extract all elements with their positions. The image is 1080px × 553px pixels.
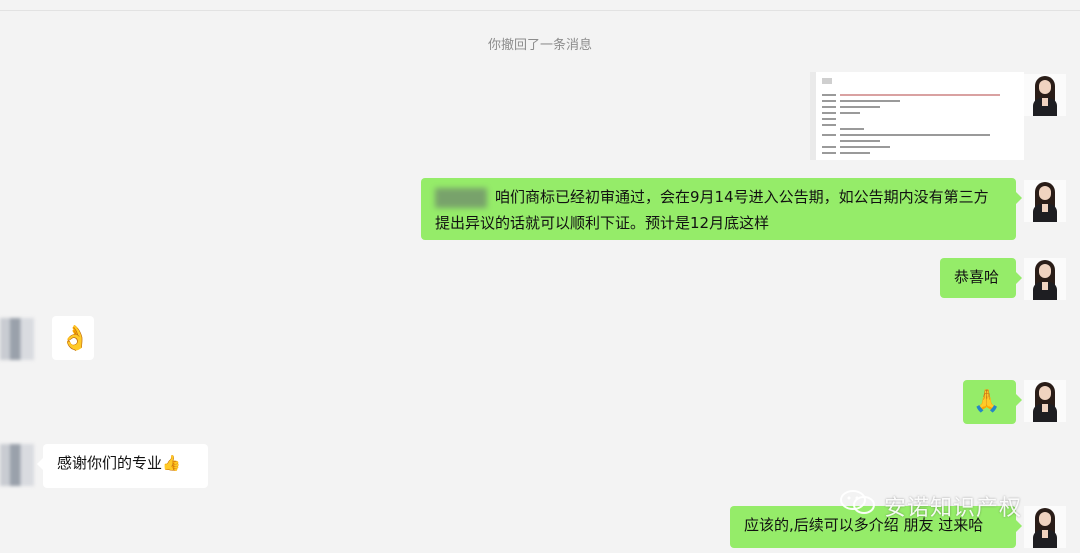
document-image-message[interactable] xyxy=(810,72,1024,160)
redacted-name xyxy=(435,187,487,208)
self-avatar[interactable] xyxy=(1024,180,1066,222)
message-text: 恭喜哈 xyxy=(954,268,1000,286)
contact-avatar[interactable] xyxy=(0,444,34,486)
top-divider xyxy=(0,10,1080,11)
self-message-congrats[interactable]: 恭喜哈 xyxy=(940,258,1022,298)
self-message-pray-emoji[interactable]: 🙏 xyxy=(963,380,1022,424)
contact-message-thanks[interactable]: 感谢你们的专业👍 xyxy=(37,444,208,488)
wechat-logo-icon xyxy=(840,490,875,514)
self-message-trademark-notice[interactable]: 咱们商标已经初审通过，会在9月14号进入公告期，如公告期内没有第三方提出异议的话… xyxy=(421,178,1022,240)
contact-avatar[interactable] xyxy=(0,318,34,360)
recall-notice: 你撤回了一条消息 xyxy=(487,38,592,53)
message-text: 咱们商标已经初审通过，会在9月14号进入公告期，如公告期内没有第三方提出异议的话… xyxy=(435,188,989,232)
self-avatar[interactable] xyxy=(1024,74,1066,116)
pray-emoji: 🙏 xyxy=(973,389,1001,414)
ok-hand-emoji: 👌 xyxy=(60,324,90,352)
contact-message-ok-emoji[interactable]: 👌 xyxy=(52,316,94,360)
self-avatar[interactable] xyxy=(1024,258,1066,300)
self-avatar[interactable] xyxy=(1024,506,1066,548)
watermark-text: 安诺知识产权 xyxy=(884,496,1023,521)
message-text: 感谢你们的专业👍 xyxy=(57,454,181,472)
self-avatar[interactable] xyxy=(1024,380,1066,422)
